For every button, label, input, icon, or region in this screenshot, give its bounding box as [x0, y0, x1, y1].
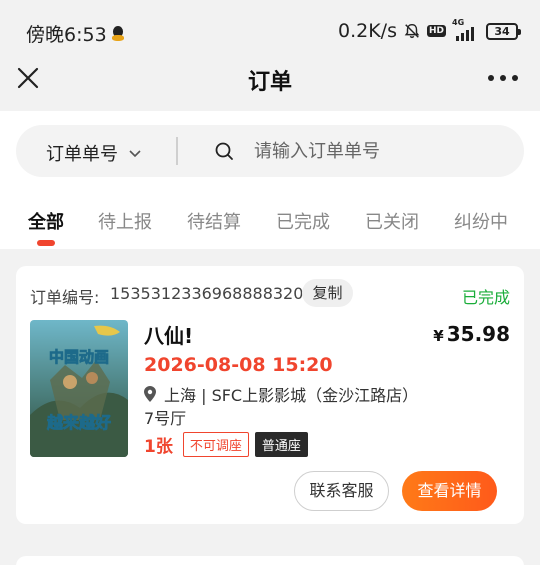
more-icon[interactable]: [488, 75, 518, 81]
tab-pending-settle[interactable]: 待结算: [187, 208, 241, 234]
page-title: 订单: [247, 70, 292, 95]
header-panel: 订单单号 全部 待上报 待结算 已完成 已关闭 纠纷中: [0, 111, 540, 249]
tab-dispute[interactable]: 纠纷中: [454, 208, 508, 234]
tab-all[interactable]: 全部: [28, 208, 64, 234]
view-details-button[interactable]: 查看详情: [402, 471, 497, 511]
next-order-card[interactable]: [16, 556, 524, 565]
status-right: 0.2K/s HD 4G 34: [338, 18, 521, 42]
search-icon: [215, 142, 233, 160]
poster-text-2: 越来越好: [46, 413, 111, 432]
location-pin-icon: [144, 386, 156, 402]
status-bar: 傍晚6:53 0.2K/s HD 4G 34: [0, 0, 540, 58]
search-bar: 订单单号: [16, 125, 524, 177]
currency-symbol: ¥: [433, 327, 444, 345]
search-type-label: 订单单号: [46, 144, 118, 165]
price-value: 35.98: [446, 322, 510, 346]
ticket-count: 1张: [144, 437, 173, 457]
copy-button[interactable]: 复制: [302, 279, 353, 307]
order-tabs: 全部 待上报 待结算 已完成 已关闭 纠纷中: [0, 205, 540, 249]
order-number: 1535312336968888320: [110, 284, 304, 303]
battery-icon: 34: [486, 22, 521, 40]
order-number-label: 订单编号:: [30, 288, 100, 307]
network-type: 4G: [452, 18, 465, 27]
tab-completed[interactable]: 已完成: [276, 208, 330, 234]
hd-icon: HD: [426, 25, 446, 37]
search-type-dropdown[interactable]: 订单单号: [46, 140, 142, 166]
chevron-down-icon: [129, 150, 141, 158]
search-input[interactable]: [254, 137, 504, 165]
net-speed: 0.2K/s: [338, 20, 397, 42]
cinema-location: 上海 | SFC上影影城（金沙江路店）: [144, 382, 418, 406]
status-left: 傍晚6:53: [26, 20, 125, 47]
order-card[interactable]: 订单编号: 1535312336968888320 复制 已完成 中国动画 越来…: [16, 266, 524, 524]
tab-pending-report[interactable]: 待上报: [98, 208, 152, 234]
hall: 7号厅: [144, 409, 187, 428]
ticket-info: 1张 不可调座 普通座: [144, 432, 308, 457]
no-seat-adjust-tag: 不可调座: [182, 432, 249, 457]
order-status: 已完成: [461, 288, 510, 307]
nav-bar: 订单: [0, 58, 540, 110]
location-text: 上海 | SFC上影影城（金沙江路店）: [164, 386, 419, 405]
movie-poster[interactable]: 中国动画 越来越好: [30, 320, 128, 457]
bell-off-icon: [404, 23, 420, 39]
tab-indicator: [37, 240, 55, 246]
price: ¥35.98: [433, 322, 510, 346]
contact-support-button[interactable]: 联系客服: [294, 471, 389, 511]
movie-title: 八仙!: [144, 324, 194, 348]
qq-icon: [111, 25, 125, 42]
seat-type-tag: 普通座: [254, 432, 308, 457]
search-divider: [176, 137, 178, 165]
status-time: 傍晚6:53: [26, 24, 107, 46]
signal-icon: 4G: [452, 18, 480, 41]
tab-closed[interactable]: 已关闭: [365, 208, 419, 234]
poster-text-1: 中国动画: [49, 348, 109, 366]
showtime: 2026-08-08 15:20: [144, 354, 333, 376]
